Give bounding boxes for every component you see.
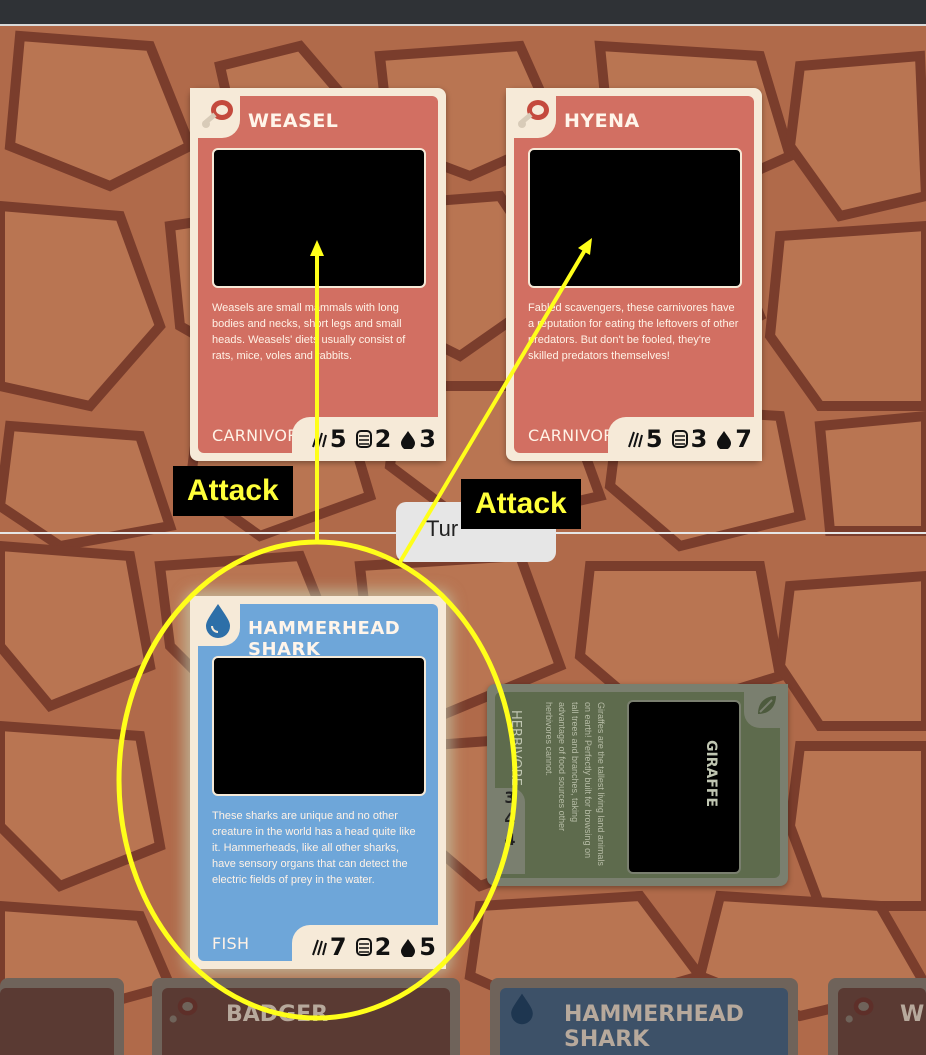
opponent-card-weasel[interactable]: WEASEL Weasels are small mammals with lo…	[190, 88, 446, 461]
card-stats: 5 2 3	[291, 417, 446, 461]
game-board: WEASEL Weasels are small mammals with lo…	[0, 0, 926, 1055]
water-drop-icon	[511, 993, 533, 1025]
card-type: HERBIVORE	[508, 710, 523, 786]
hand-card-title: HAMMERHEAD SHARK	[564, 1002, 744, 1052]
card-badge	[190, 596, 240, 646]
card-image	[528, 148, 742, 288]
shield-hide-icon	[355, 430, 372, 448]
attack-annotation-label: Attack	[461, 479, 581, 529]
card-image	[212, 656, 426, 796]
card-description: Giraffes are the tallest living land ani…	[544, 702, 606, 866]
hand-card-weasel[interactable]: WE	[828, 978, 926, 1055]
defense-value: 4	[504, 809, 516, 828]
attack-value: 3	[504, 788, 516, 807]
water-drop-icon	[206, 604, 230, 638]
hand-card-hammerhead-shark[interactable]: HAMMERHEAD SHARK	[490, 978, 798, 1055]
defense-value: 2	[374, 425, 392, 453]
water-value: 3	[419, 425, 436, 453]
card-badge	[506, 88, 556, 138]
card-stats: 3 4 4	[495, 788, 525, 874]
meat-icon	[202, 100, 233, 128]
leaf-icon	[758, 696, 776, 714]
card-badge	[190, 88, 240, 138]
water-drop-icon	[401, 939, 416, 957]
defense-value: 3	[690, 425, 708, 453]
card-description: These sharks are unique and no other cre…	[212, 810, 416, 886]
attack-value: 7	[329, 933, 347, 961]
opponent-card-hyena[interactable]: HYENA Fabled scavengers, these carnivore…	[506, 88, 762, 461]
shield-hide-icon	[355, 938, 372, 956]
water-value: 5	[419, 933, 436, 961]
card-title: HAMMERHEAD SHARK	[248, 618, 401, 660]
player-card-giraffe[interactable]: GIRAFFE Giraffes are the tallest living …	[487, 684, 788, 886]
hand-card-badger[interactable]: BADGER	[152, 978, 460, 1055]
top-bar	[0, 0, 926, 26]
card-description: Fabled scavengers, these carnivores have…	[528, 302, 739, 362]
water-drop-icon	[717, 431, 732, 449]
card-image	[627, 700, 741, 874]
card-title: HYENA	[564, 110, 640, 132]
water-drop-icon	[401, 431, 416, 449]
card-title: GIRAFFE	[703, 740, 719, 808]
shield-hide-icon	[671, 430, 688, 448]
attack-value: 5	[329, 425, 347, 453]
meat-icon	[845, 997, 874, 1023]
card-title: WEASEL	[248, 110, 339, 132]
meat-icon	[169, 997, 198, 1023]
hand-card-title: WE	[900, 1002, 926, 1027]
attack-annotation-label: Attack	[173, 466, 293, 516]
attack-value: 5	[645, 425, 663, 453]
card-type: FISH	[212, 934, 250, 953]
end-turn-label: Tur	[426, 516, 459, 541]
meat-icon	[518, 100, 549, 128]
defense-value: 2	[374, 933, 392, 961]
card-stats: 5 3 7	[607, 417, 762, 461]
card-description: Weasels are small mammals with long bodi…	[212, 302, 406, 362]
player-card-hammerhead-shark[interactable]: HAMMERHEAD SHARK These sharks are unique…	[190, 596, 446, 969]
claw-icon	[311, 939, 327, 956]
card-image	[212, 148, 426, 288]
claw-icon	[311, 431, 327, 448]
hand-card-partial[interactable]	[0, 978, 124, 1055]
card-face	[0, 988, 114, 1055]
hand-card-title: BADGER	[226, 1002, 329, 1027]
card-stats: 7 2 5	[291, 925, 446, 969]
card-badge	[744, 684, 788, 728]
claw-icon	[627, 431, 643, 448]
water-value: 7	[735, 425, 752, 453]
water-value: 4	[504, 830, 516, 849]
